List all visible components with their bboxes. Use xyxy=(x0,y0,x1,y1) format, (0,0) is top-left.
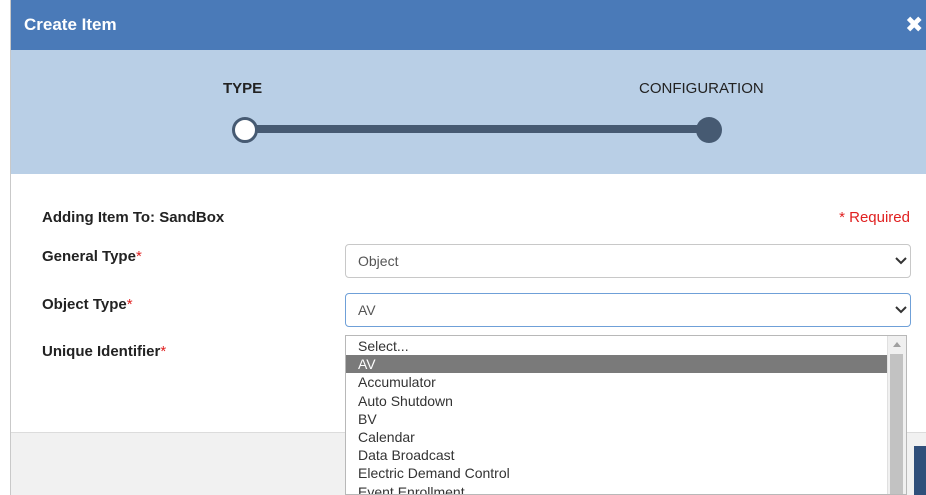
dropdown-option-electric-demand-control[interactable]: Electric Demand Control xyxy=(346,464,888,482)
object-type-label: Object Type* xyxy=(42,296,133,314)
dropdown-option-event-enrollment[interactable]: Event Enrollment xyxy=(346,483,888,495)
general-type-label: General Type* xyxy=(42,248,142,266)
dropdown-option-auto-shutdown[interactable]: Auto Shutdown xyxy=(346,392,888,410)
step-type-label[interactable]: TYPE xyxy=(223,80,262,98)
dropdown-option-accumulator[interactable]: Accumulator xyxy=(346,373,888,391)
stepper-track xyxy=(256,125,716,133)
required-asterisk: * xyxy=(135,248,142,265)
step-configuration-label[interactable]: CONFIGURATION xyxy=(639,80,764,98)
required-asterisk: * xyxy=(126,296,133,313)
dropdown-option-bv[interactable]: BV xyxy=(346,410,888,428)
footer-action-button[interactable] xyxy=(914,446,926,495)
dropdown-option-select[interactable]: Select... xyxy=(346,337,888,355)
object-type-label-text: Object Type xyxy=(42,296,127,313)
general-type-select[interactable]: Object xyxy=(345,244,911,278)
required-note: * Required xyxy=(839,209,910,226)
dropdown-option-data-broadcast[interactable]: Data Broadcast xyxy=(346,446,888,464)
scrollbar-thumb[interactable] xyxy=(890,354,903,494)
general-type-label-text: General Type xyxy=(42,248,136,265)
dropdown-option-calendar[interactable]: Calendar xyxy=(346,428,888,446)
close-icon[interactable]: ✖ xyxy=(905,12,926,38)
required-asterisk: * xyxy=(160,343,167,360)
object-type-value: AV xyxy=(358,302,376,318)
step-configuration-marker[interactable] xyxy=(696,117,722,143)
scroll-up-arrow-icon[interactable] xyxy=(893,342,901,347)
adding-item-to-label: Adding Item To: SandBox xyxy=(42,209,225,226)
chevron-down-icon xyxy=(895,306,907,314)
dropdown-options: Select... AV Accumulator Auto Shutdown B… xyxy=(346,337,888,495)
chevron-down-icon xyxy=(895,257,907,265)
object-type-dropdown-list[interactable]: Select... AV Accumulator Auto Shutdown B… xyxy=(345,335,907,495)
create-item-dialog: Create Item ✖ TYPE CONFIGURATION Adding … xyxy=(10,0,926,495)
dropdown-scrollbar[interactable] xyxy=(887,336,906,494)
dialog-title: Create Item xyxy=(24,15,117,34)
dialog-titlebar: Create Item ✖ xyxy=(11,0,926,50)
unique-identifier-label: Unique Identifier* xyxy=(42,343,166,361)
wizard-stepper: TYPE CONFIGURATION xyxy=(11,50,926,174)
unique-identifier-label-text: Unique Identifier xyxy=(42,343,161,360)
dropdown-option-av[interactable]: AV xyxy=(346,355,888,374)
general-type-value: Object xyxy=(358,253,399,269)
object-type-select[interactable]: AV xyxy=(345,293,911,327)
step-type-marker[interactable] xyxy=(232,117,258,143)
